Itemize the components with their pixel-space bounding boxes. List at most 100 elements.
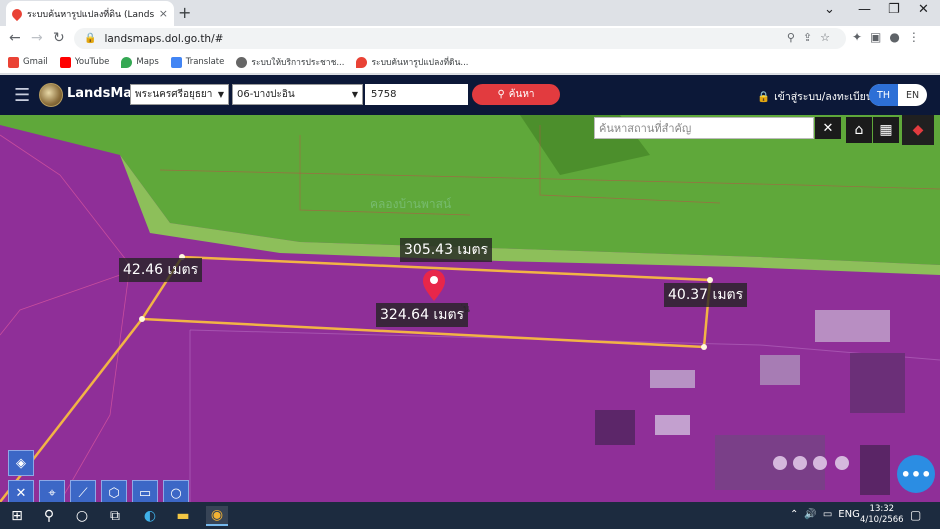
tank [835,456,849,470]
lock-icon: 🔒 [84,33,97,44]
building [860,445,890,495]
chrome-icon[interactable]: ◉ [206,506,228,526]
volume-icon: 🔊 [804,509,817,520]
building [850,353,905,413]
home-icon[interactable]: ⌂ [846,117,872,143]
lang-en-button[interactable]: EN [898,84,927,106]
notification-icon[interactable]: ▢ [910,508,921,522]
file-explorer-icon[interactable]: ▬ [172,506,194,526]
menu-icon[interactable]: ☰ [14,85,30,106]
vertex-point[interactable] [139,316,145,322]
bookmark-translate[interactable]: Translate [170,56,224,68]
reload-icon[interactable]: ↻ [53,30,65,46]
more-options-button[interactable]: ••• [897,455,935,493]
browser-tab-strip: ระบบค้นหารูปแปลงที่ดิน (LandsMaps) ... ×… [0,0,940,26]
tools-icon[interactable]: ✕ [8,480,34,502]
search-icon[interactable]: ⚲ [38,506,60,526]
browser-tab[interactable]: ระบบค้นหารูปแปลงที่ดิน (LandsMaps) ... × [6,1,174,26]
gmail-icon [8,56,19,68]
extension-icons[interactable]: ✦▣●⋮ [852,30,928,44]
chevron-up-icon: ⌃ [790,509,799,520]
canal-label: คลองบ้านพาสน์ [370,197,452,211]
translate-icon [170,56,182,68]
search-button[interactable]: ⚲ ค้นหา [472,84,560,105]
line-tool-icon[interactable]: ⟋ [70,480,96,502]
maps-icon [121,56,133,68]
login-link[interactable]: 🔒 เข้าสู่ระบบ/ลงทะเบียน [757,88,873,105]
measurement-left: 42.46 เมตร [119,258,203,282]
system-tray[interactable]: ⌃ 🔊 ▭ ENG [790,509,860,520]
map-canvas [0,115,940,502]
grid-icon[interactable]: ▦ [873,117,899,143]
windows-start-icon[interactable]: ⊞ [6,506,28,526]
pin-tool-icon[interactable]: ⌖ [39,480,65,502]
clock-date: 4/10/2566 [860,515,904,525]
eraser-icon[interactable]: ◈ [8,450,34,476]
building [595,410,635,445]
edge-icon[interactable]: ◐ [139,506,161,526]
building [815,310,890,342]
forward-icon[interactable]: → [31,30,43,46]
search-icon: ⚲ [497,89,505,100]
tank [813,456,827,470]
district-select[interactable]: 06-บางปะอิน ▼ [232,84,363,105]
system-clock[interactable]: 13:32 4/10/2566 [860,504,904,526]
back-icon[interactable]: ← [9,30,21,46]
chevron-down-icon: ▼ [217,90,224,99]
map-pin-icon [356,56,368,68]
parcel-number-input[interactable]: 5758 [365,84,468,105]
layers-icon[interactable]: ◆ [902,115,934,145]
windows-taskbar: ⊞ ⚲ ○ ⧉ ◐ ▬ ◉ ⌃ 🔊 ▭ ENG 13:32 4/10/2566 … [0,502,940,529]
tab-close-button[interactable]: × [159,7,168,20]
dol-logo [39,83,63,107]
measurement-bottom: 324.64 เมตร [376,303,469,327]
province-select[interactable]: พระนครศรีอยุธยา ▼ [130,84,229,105]
chevron-down-icon: ▼ [351,90,358,99]
circle-tool-icon[interactable]: ○ [163,480,189,502]
browser-toolbar: ← → ↻ 🔒 landsmaps.dol.go.th/# ⚲⇪☆ [0,26,940,51]
measurement-top: 305.43 เมตร [400,238,493,262]
bookmarks-bar: Gmail YouTube Maps Translate ระบบให้บริก… [0,51,940,74]
measurement-right: 40.37 เมตร [664,283,748,307]
building [715,435,825,490]
parcel-line [0,274,121,336]
clear-search-button[interactable]: ✕ [815,117,841,139]
minimize-button[interactable]: — [858,2,871,17]
new-tab-button[interactable]: + [178,3,191,22]
task-view-icon[interactable]: ⧉ [104,506,126,526]
network-icon: ▭ [822,509,833,520]
bookmark-youtube[interactable]: YouTube [59,56,109,68]
tab-search-button[interactable]: ⌄ [824,2,835,17]
youtube-icon [59,56,71,68]
omnibox-actions[interactable]: ⚲⇪☆ [787,31,838,44]
close-window-button[interactable]: ✕ [918,2,929,17]
lang-th-button[interactable]: TH [869,84,898,106]
tab-title: ระบบค้นหารูปแปลงที่ดิน (LandsMaps) ... [27,9,154,20]
map-view[interactable]: คลองบ้านพาสน์ ุ่น 305.43 เมตร 42.46 เมตร… [0,115,940,502]
language-toggle: TH EN [869,84,927,106]
bookmark-landsmaps[interactable]: ระบบค้นหารูปแปลงที่ดิน... [356,55,468,69]
location-marker-icon[interactable] [423,270,445,301]
lock-icon: 🔒 [757,91,771,103]
maximize-button[interactable]: ❐ [888,2,900,17]
bookmark-maps[interactable]: Maps [121,56,159,68]
building [650,370,695,388]
tray-language: ENG [838,509,860,520]
cortana-icon[interactable]: ○ [71,506,93,526]
building [655,415,690,435]
address-bar[interactable]: 🔒 landsmaps.dol.go.th/# ⚲⇪☆ [74,28,846,49]
map-pin-icon [9,6,25,21]
marker-dot [430,276,438,284]
clock-time: 13:32 [869,504,895,514]
url-text: landsmaps.dol.go.th/# [104,32,224,45]
place-search-input[interactable]: ค้นหาสถานที่สำคัญ [594,117,814,139]
tank [773,456,787,470]
parcel-outline [139,255,712,349]
polygon-tool-icon[interactable]: ⬡ [101,480,127,502]
rectangle-tool-icon[interactable]: ▭ [132,480,158,502]
app-header: ☰ LandsMaps พระนครศรีอยุธยา ▼ 06-บางปะอิน… [0,75,940,115]
building [760,355,800,385]
vertex-point[interactable] [701,344,707,350]
bookmark-gmail[interactable]: Gmail [8,56,48,68]
bookmark-gov-service[interactable]: ระบบให้บริการประชาช... [236,55,344,69]
